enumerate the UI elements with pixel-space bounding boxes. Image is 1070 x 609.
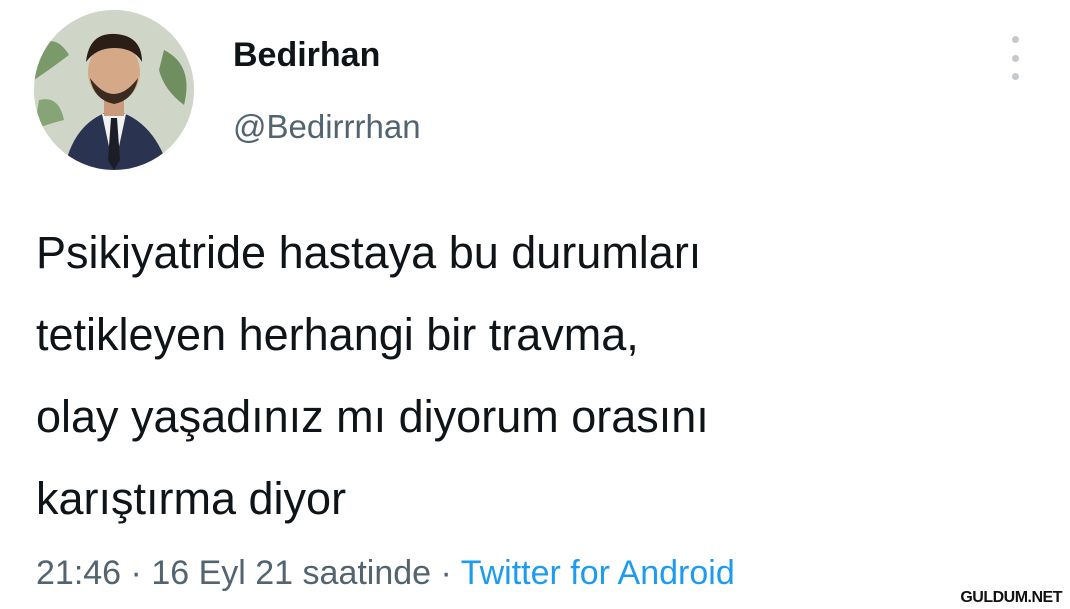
- meta-separator: ·: [440, 554, 452, 592]
- avatar-photo: [34, 10, 194, 170]
- tweet-date[interactable]: 16 Eyl 21 saatinde: [151, 554, 431, 592]
- meta-separator: ·: [130, 554, 142, 592]
- watermark-logo: GULDUM.NET: [960, 589, 1062, 606]
- tweet-text: Psikiyatride hastaya bu durumları tetikl…: [36, 212, 1036, 540]
- more-vertical-icon-dot: [1011, 73, 1019, 80]
- tweet-text-line: olay yaşadınız mı diyorum orasını: [36, 391, 709, 442]
- tweet-text-line: tetikleyen herhangi bir travma,: [36, 309, 639, 360]
- tweet-metadata: 21:46 · 16 Eyl 21 saatinde · Twitter for…: [36, 554, 735, 593]
- more-vertical-icon: [1011, 36, 1019, 43]
- tweet-text-line: Psikiyatride hastaya bu durumları: [36, 227, 702, 278]
- author-avatar[interactable]: [34, 10, 194, 170]
- more-options-button[interactable]: [1002, 36, 1028, 80]
- tweet-source-link[interactable]: Twitter for Android: [461, 554, 735, 592]
- author-handle[interactable]: @Bedirrrhan: [233, 108, 421, 146]
- tweet-card: Bedirhan @Bedirrrhan Psikiyatride hastay…: [0, 0, 1070, 609]
- tweet-time[interactable]: 21:46: [36, 554, 121, 592]
- more-vertical-icon-dot: [1011, 54, 1019, 62]
- author-display-name[interactable]: Bedirhan: [233, 36, 380, 75]
- tweet-text-line: karıştırma diyor: [36, 473, 347, 524]
